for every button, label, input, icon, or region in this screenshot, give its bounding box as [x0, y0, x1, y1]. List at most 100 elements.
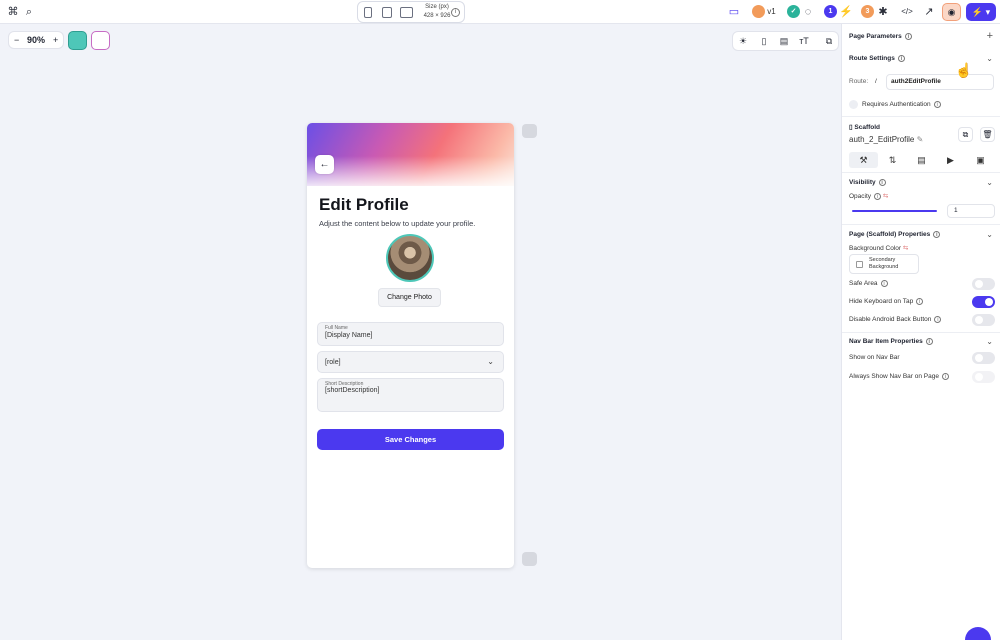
tab-backend-query[interactable]: ⇅	[878, 152, 907, 168]
full-name-label: Full Name	[325, 325, 348, 331]
info-icon: i	[897, 55, 905, 62]
visibility-header[interactable]: Visibility i	[849, 179, 886, 186]
phone-icon: ▯	[849, 124, 853, 131]
variable-icon[interactable]: ⇆	[903, 245, 908, 252]
disable-back-toggle[interactable]	[972, 314, 995, 326]
text-scale-icon[interactable]: ᴛT	[799, 36, 809, 47]
device-selector: Size (px) 428 × 926 i	[357, 1, 465, 23]
chevron-down-icon[interactable]: ⌄	[986, 178, 993, 187]
safe-area-toggle[interactable]	[972, 278, 995, 290]
preview-eye-icon[interactable]: ◉	[942, 3, 961, 21]
info-icon: i	[941, 373, 949, 380]
desktop-icon[interactable]	[400, 7, 413, 18]
info-icon: i	[904, 33, 912, 40]
avatar-icon	[752, 5, 765, 19]
zoom-in-button[interactable]: +	[53, 32, 58, 48]
hide-keyboard-toggle[interactable]	[972, 296, 995, 308]
properties-panel: Page Parameters i + Route Settings i ⌄ Rou…	[841, 24, 1000, 640]
full-name-value: [Display Name]	[325, 332, 373, 339]
add-parameter-icon[interactable]: +	[987, 30, 993, 42]
edit-icon[interactable]: ✎	[917, 135, 924, 144]
bug-icon[interactable]: ✱	[876, 5, 890, 19]
header-gradient	[307, 123, 514, 186]
info-icon[interactable]: i	[451, 8, 460, 17]
canvas-tools: ☀ ▯ ▤ ᴛT ⧉	[732, 31, 839, 51]
chat-icon[interactable]: ◌	[801, 5, 815, 19]
route-slash: /	[875, 78, 877, 85]
delete-icon[interactable]: 🗑	[980, 127, 995, 142]
tab-state[interactable]: ▤	[907, 152, 936, 168]
opacity-input[interactable]: 1	[947, 204, 995, 218]
chevron-down-icon[interactable]: ⌄	[986, 337, 993, 346]
keyboard-icon[interactable]	[522, 552, 537, 566]
open-external-icon[interactable]: ↗	[922, 5, 936, 19]
code-icon[interactable]: </>	[898, 5, 916, 19]
layout-icon[interactable]: ⧉	[824, 36, 834, 47]
phone-small-icon[interactable]	[364, 7, 372, 18]
chevron-down-icon[interactable]: ⌄	[986, 54, 993, 63]
back-button[interactable]: ←	[315, 155, 334, 174]
tab-docs[interactable]: ▣	[966, 152, 995, 168]
theme-icon[interactable]: ☀	[738, 36, 748, 47]
page-subtitle: Adjust the content below to update your …	[319, 219, 476, 228]
always-show-nav-toggle[interactable]	[972, 371, 995, 383]
select-mode-toggle[interactable]	[91, 31, 110, 50]
phone-icon[interactable]	[382, 7, 392, 18]
background-color-picker[interactable]: Secondary Background	[849, 254, 919, 274]
command-icon[interactable]: ⌘	[6, 5, 20, 19]
run-menu-button[interactable]: ⚡ ▾	[966, 3, 996, 21]
page-properties-header[interactable]: Page (Scaffold) Properties i	[849, 231, 941, 239]
requires-auth-row[interactable]: Requires Authentication i	[849, 100, 941, 109]
page-parameters-header[interactable]: Page Parameters i	[849, 33, 912, 40]
opacity-label-text: Opacity	[849, 193, 872, 200]
zoom-control: − 90% +	[8, 31, 64, 49]
scaffold-name-text: auth_2_EditProfile	[849, 135, 915, 144]
opacity-slider[interactable]	[852, 210, 937, 212]
info-icon: i	[934, 316, 942, 323]
safe-area-text: Safe Area	[849, 280, 878, 288]
save-changes-button[interactable]: Save Changes	[317, 429, 504, 450]
bolt-icon[interactable]: ⚡	[839, 5, 853, 19]
chevron-down-icon: ⌄	[487, 357, 494, 366]
route-input[interactable]: auth2EditProfile	[886, 74, 994, 90]
full-name-field[interactable]: Full Name [Display Name]	[317, 322, 504, 346]
background-color-text: Background Color	[849, 245, 902, 252]
avatar	[386, 234, 434, 282]
role-dropdown[interactable]: [role] ⌄	[317, 351, 504, 373]
widget-tree-toggle[interactable]	[68, 31, 87, 50]
grid-icon[interactable]: ▤	[779, 36, 789, 47]
size-label: Size (px) 428 × 926	[420, 3, 454, 21]
info-icon: i	[925, 338, 933, 345]
search-icon[interactable]: ⌕	[22, 5, 36, 19]
show-on-nav-toggle[interactable]	[972, 352, 995, 364]
color-swatch	[856, 261, 863, 268]
comment-icon[interactable]: ▭	[727, 5, 741, 19]
version-pill[interactable]: v1	[752, 4, 778, 19]
scaffold-label: Scaffold	[854, 124, 881, 131]
page-properties-label: Page (Scaffold) Properties	[849, 231, 931, 239]
nav-bar-header[interactable]: Nav Bar Item Properties i	[849, 338, 933, 345]
property-tabs: ⚒ ⇅ ▤ ▶ ▣	[849, 152, 995, 168]
warning-count-badge[interactable]: 3	[861, 5, 874, 18]
chevron-down-icon[interactable]: ⌄	[986, 230, 993, 239]
scaffold-name: auth_2_EditProfile ✎	[849, 135, 923, 144]
tab-properties[interactable]: ⚒	[849, 152, 878, 168]
route-settings-header[interactable]: Route Settings i	[849, 55, 905, 62]
requires-auth-checkbox[interactable]	[849, 100, 858, 109]
always-show-nav-text: Always Show Nav Bar on Page	[849, 373, 939, 381]
route-settings-label: Route Settings	[849, 55, 895, 63]
change-photo-button[interactable]: Change Photo	[378, 288, 441, 307]
branch-count-badge[interactable]: 1	[824, 5, 837, 18]
hide-icon[interactable]	[522, 124, 537, 138]
page-title: Edit Profile	[319, 195, 409, 214]
variable-icon[interactable]: ⇆	[883, 193, 888, 200]
zoom-out-button[interactable]: −	[14, 32, 19, 48]
size-label-text: Size (px)	[425, 4, 449, 10]
device-frame-icon[interactable]: ▯	[759, 36, 769, 47]
copy-icon[interactable]: ⧉	[958, 127, 973, 142]
tab-actions[interactable]: ▶	[936, 152, 965, 168]
short-description-field[interactable]: Short Description [shortDescription]	[317, 378, 504, 412]
short-description-value: [shortDescription]	[325, 387, 380, 394]
check-icon[interactable]: ✓	[787, 5, 800, 18]
safe-area-label: Safe Area i	[849, 280, 888, 287]
